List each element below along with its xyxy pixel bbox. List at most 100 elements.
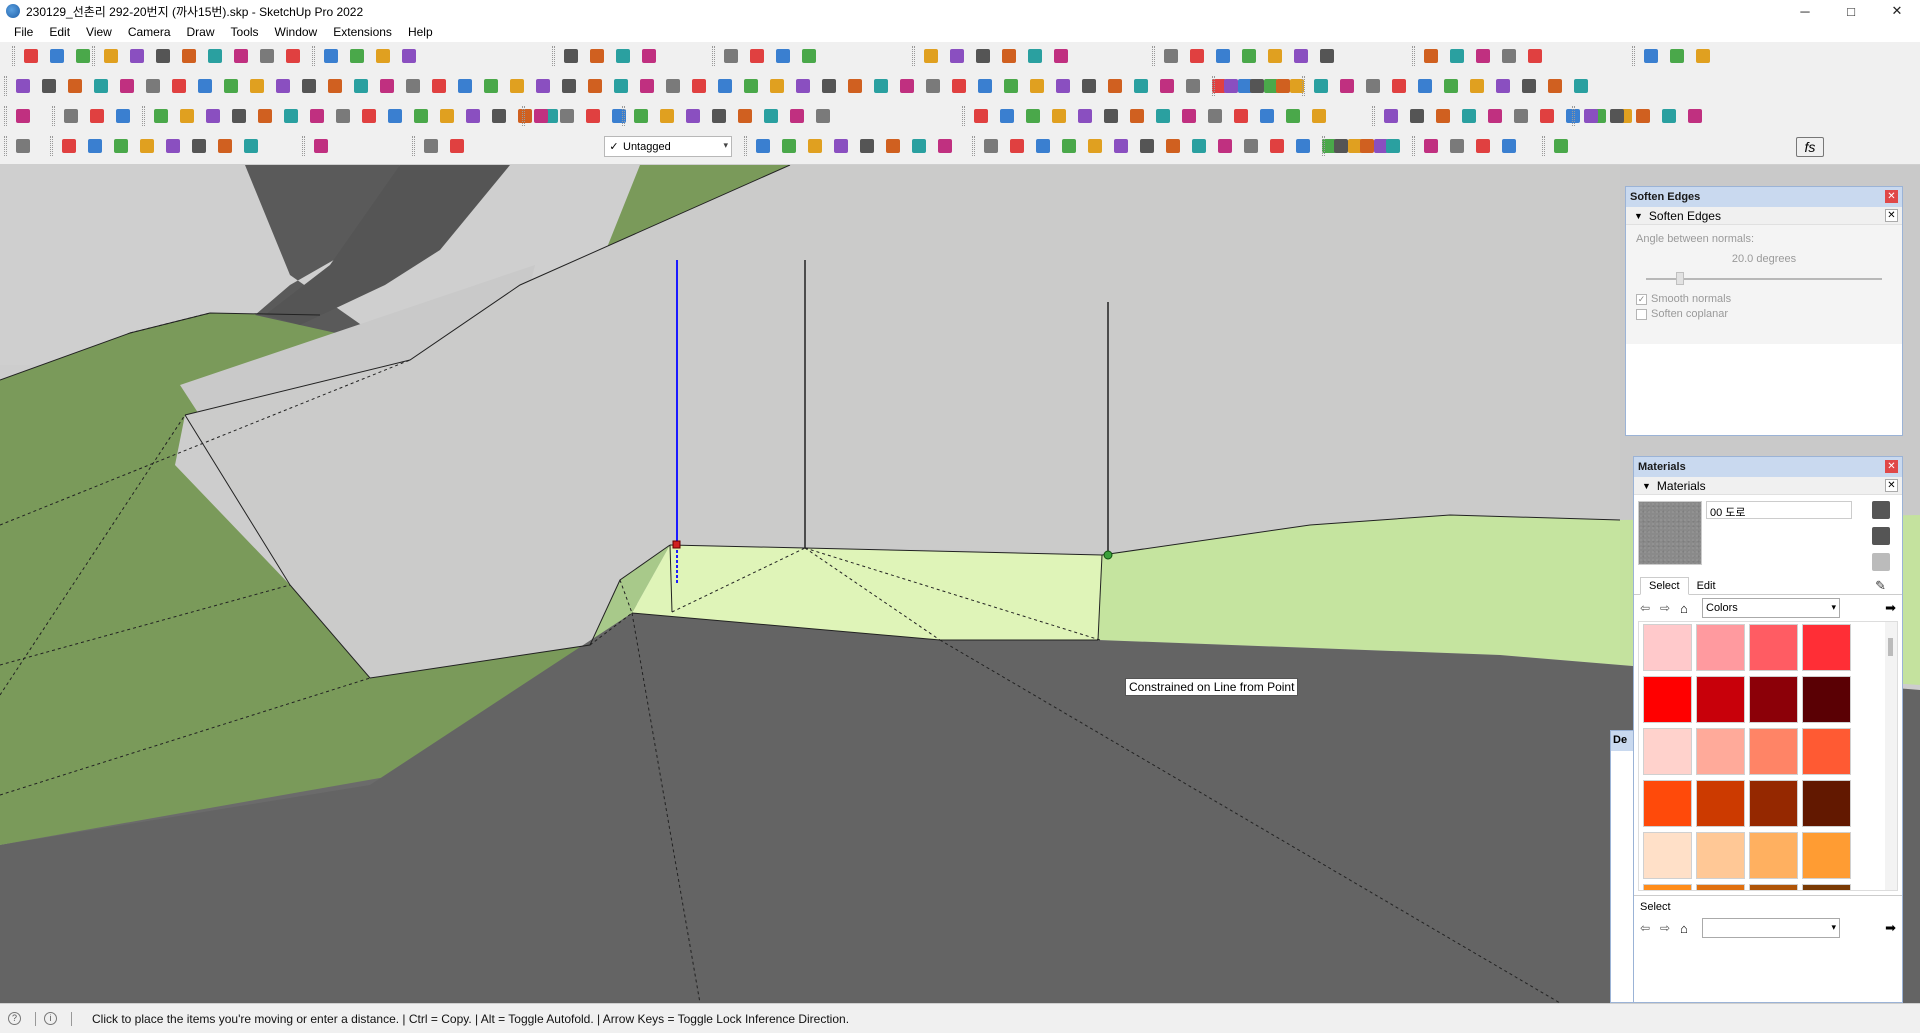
toolbar-tool-button[interactable]	[608, 105, 630, 127]
default-material-icon[interactable]	[1872, 553, 1890, 571]
color-swatch[interactable]	[1749, 780, 1798, 827]
toolbar-tool-button[interactable]	[610, 75, 632, 97]
menu-extensions[interactable]: Extensions	[325, 25, 400, 39]
toolbar-tool-button[interactable]	[168, 75, 190, 97]
toolbar-grip[interactable]	[12, 46, 15, 66]
tab-select[interactable]: Select	[1640, 577, 1689, 595]
color-swatch[interactable]	[1643, 624, 1692, 671]
toolbar-tool-button[interactable]	[1182, 75, 1204, 97]
toolbar-tool-button[interactable]	[324, 75, 346, 97]
toolbar-tool-button[interactable]	[970, 105, 992, 127]
toolbar-tool-button[interactable]	[350, 75, 372, 97]
toolbar-tool-button[interactable]	[1022, 105, 1044, 127]
toolbar-tool-button[interactable]	[1156, 75, 1178, 97]
toolbar-tool-button[interactable]	[202, 105, 224, 127]
library-select[interactable]: Colors ▾	[1702, 598, 1840, 618]
toolbar-tool-button[interactable]	[1536, 105, 1558, 127]
menu-camera[interactable]: Camera	[120, 25, 179, 39]
toolbar-tool-button[interactable]	[1472, 45, 1494, 67]
toolbar-tool-button[interactable]	[116, 75, 138, 97]
color-swatch[interactable]	[1643, 780, 1692, 827]
toolbar-tool-button[interactable]	[1440, 75, 1462, 97]
toolbar-tool-button[interactable]	[1162, 135, 1184, 157]
toolbar-tool-button[interactable]	[1336, 75, 1358, 97]
toolbar-tool-button[interactable]	[142, 75, 164, 97]
toolbar-tool-button[interactable]	[804, 135, 826, 157]
toolbar-tool-button[interactable]	[58, 135, 80, 157]
toolbar-tool-button[interactable]	[1130, 75, 1152, 97]
materials-section[interactable]: ▼ Materials ✕	[1634, 477, 1902, 495]
color-swatch[interactable]	[1749, 676, 1798, 723]
toolbar-tool-button[interactable]	[310, 135, 332, 157]
toolbar-tool-button[interactable]	[64, 75, 86, 97]
toolbar-tool-button[interactable]	[84, 135, 106, 157]
toolbar-tool-button[interactable]	[194, 75, 216, 97]
color-swatch[interactable]	[1802, 780, 1851, 827]
toolbar-tool-button[interactable]	[920, 45, 942, 67]
toolbar-tool-button[interactable]	[1432, 105, 1454, 127]
menu-view[interactable]: View	[78, 25, 120, 39]
toolbar-tool-button[interactable]	[320, 45, 342, 67]
color-swatch[interactable]	[1802, 884, 1851, 890]
toolbar-tool-button[interactable]	[636, 75, 658, 97]
home-icon[interactable]: ⌂	[1680, 921, 1696, 936]
toolbar-tool-button[interactable]	[1266, 135, 1288, 157]
toolbar-tool-button[interactable]	[818, 75, 840, 97]
toolbar-grip[interactable]	[744, 136, 747, 156]
toolbar-tool-button[interactable]	[72, 45, 94, 67]
toolbar-tool-button[interactable]	[1052, 75, 1074, 97]
toolbar-tool-button[interactable]	[1282, 105, 1304, 127]
toolbar-tool-button[interactable]	[558, 75, 580, 97]
toolbar-tool-button[interactable]	[908, 135, 930, 157]
toolbar-tool-button[interactable]	[1606, 105, 1628, 127]
toolbar-tool-button[interactable]	[346, 45, 368, 67]
toolbar-tool-button[interactable]	[688, 75, 710, 97]
toolbar-tool-button[interactable]	[1220, 75, 1242, 97]
toolbar-grip[interactable]	[50, 136, 53, 156]
toolbar-tool-button[interactable]	[60, 105, 82, 127]
toolbar-grip[interactable]	[142, 106, 145, 126]
toolbar-tool-button[interactable]	[280, 105, 302, 127]
toolbar-grip[interactable]	[1412, 136, 1415, 156]
toolbar-tool-button[interactable]	[1136, 135, 1158, 157]
menu-window[interactable]: Window	[267, 25, 326, 39]
toolbar-grip[interactable]	[1152, 46, 1155, 66]
toolbar-tool-button[interactable]	[246, 75, 268, 97]
color-swatch[interactable]	[1802, 624, 1851, 671]
toolbar-tool-button[interactable]	[766, 75, 788, 97]
toolbar-tool-button[interactable]	[656, 105, 678, 127]
toolbar-tool-button[interactable]	[1084, 135, 1106, 157]
toolbar-tool-button[interactable]	[1666, 45, 1688, 67]
toolbar-tool-button[interactable]	[1406, 105, 1428, 127]
details-arrow-icon[interactable]: ➡	[1885, 600, 1896, 616]
color-swatch[interactable]	[1643, 884, 1692, 890]
color-swatch[interactable]	[1643, 676, 1692, 723]
toolbar-grip[interactable]	[972, 136, 975, 156]
toolbar-tool-button[interactable]	[1152, 105, 1174, 127]
toolbar-tool-button[interactable]	[662, 75, 684, 97]
soften-coplanar-checkbox[interactable]: Soften coplanar	[1636, 308, 1892, 320]
secondary-library-select[interactable]: ▾	[1702, 918, 1840, 938]
menu-tools[interactable]: Tools	[223, 25, 267, 39]
toolbar-grip[interactable]	[1212, 76, 1215, 96]
toolbar-tool-button[interactable]	[896, 75, 918, 97]
collapsed-panel[interactable]: De	[1610, 730, 1634, 1003]
toolbar-tool-button[interactable]	[1026, 75, 1048, 97]
color-swatch[interactable]	[1749, 832, 1798, 879]
toolbar-tool-button[interactable]	[772, 45, 794, 67]
toolbar-tool-button[interactable]	[376, 75, 398, 97]
toolbar-tool-button[interactable]	[714, 75, 736, 97]
toolbar-tool-button[interactable]	[282, 45, 304, 67]
color-swatch[interactable]	[1696, 624, 1745, 671]
toolbar-tool-button[interactable]	[20, 45, 42, 67]
toolbar-tool-button[interactable]	[1126, 105, 1148, 127]
swatch-scrollbar[interactable]	[1885, 622, 1897, 890]
toolbar-tool-button[interactable]	[1658, 105, 1680, 127]
toolbar-tool-button[interactable]	[996, 105, 1018, 127]
toolbar-tool-button[interactable]	[630, 105, 652, 127]
toolbar-tool-button[interactable]	[532, 75, 554, 97]
toolbar-tool-button[interactable]	[1544, 75, 1566, 97]
toolbar-tool-button[interactable]	[720, 45, 742, 67]
color-swatch[interactable]	[1802, 728, 1851, 775]
toolbar-tool-button[interactable]	[682, 105, 704, 127]
